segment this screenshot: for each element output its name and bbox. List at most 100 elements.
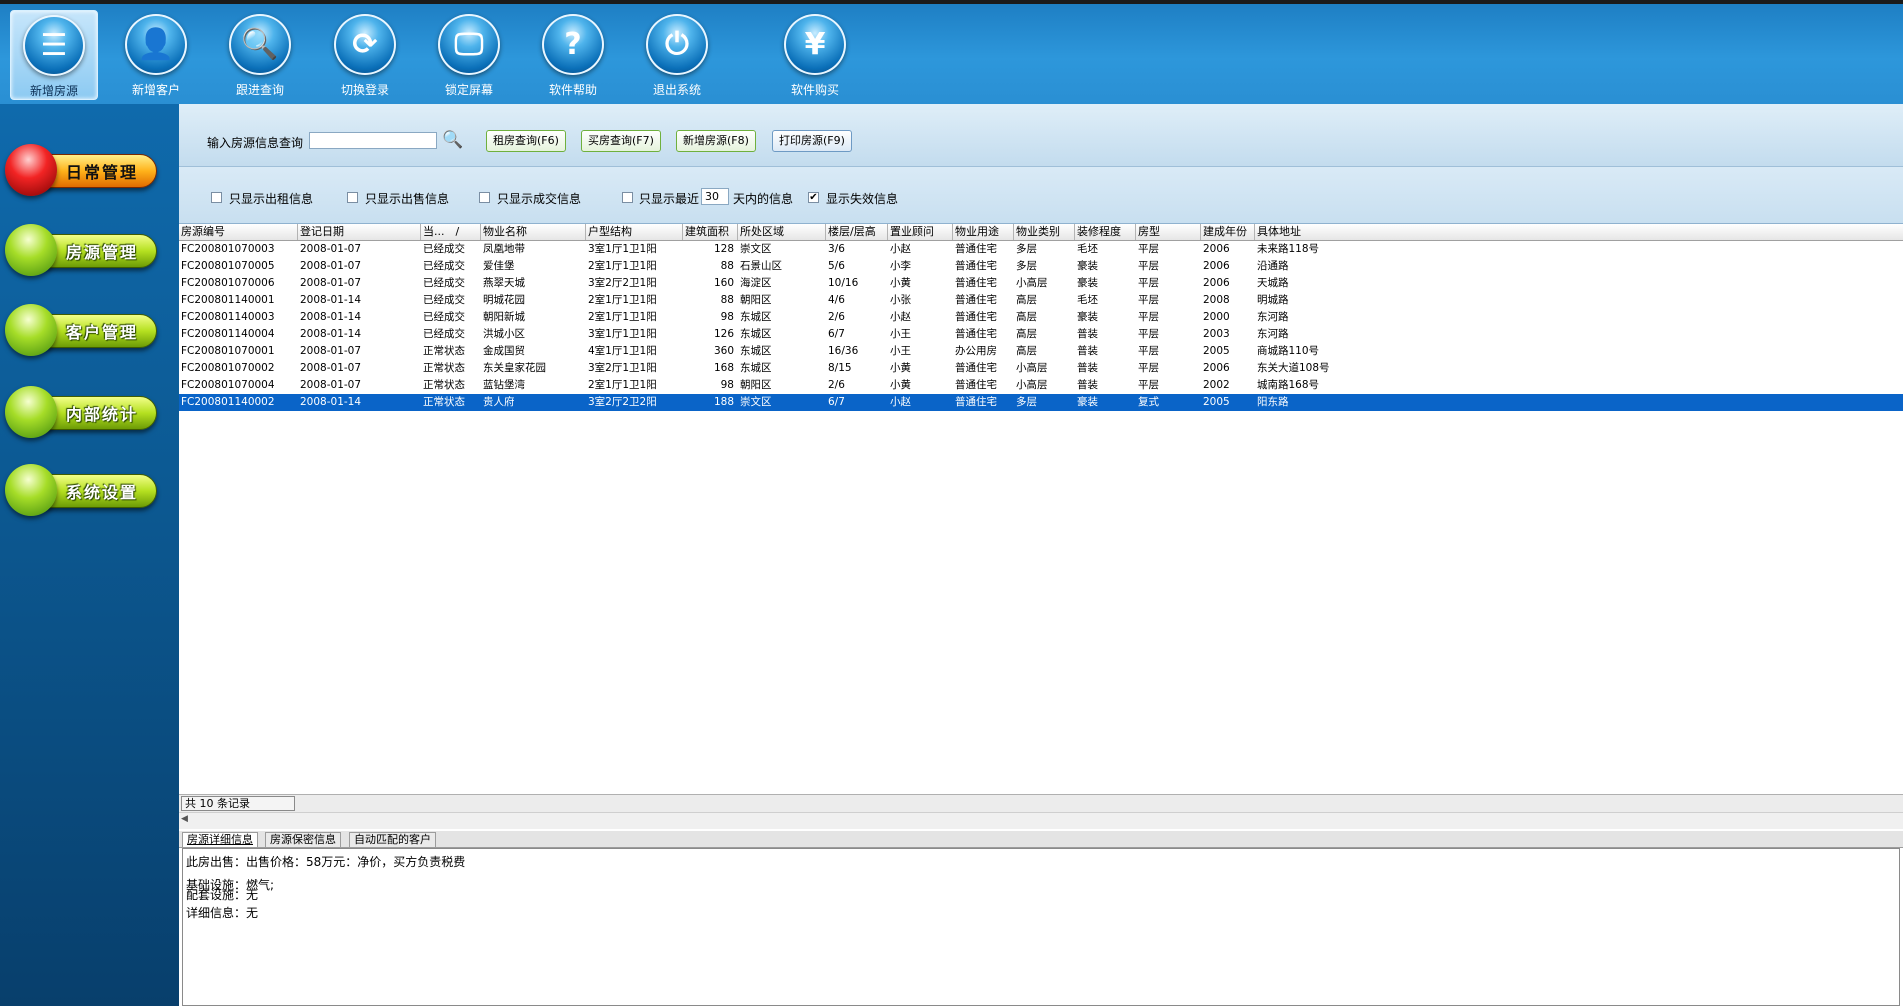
table-cell: 2006 xyxy=(1203,362,1230,374)
purchase-tool[interactable]: ¥ 软件购买 xyxy=(772,10,858,98)
search-icon[interactable]: 🔍 xyxy=(442,130,464,152)
column-header[interactable]: 房源编号 xyxy=(179,224,298,240)
table-cell: 凤凰地带 xyxy=(483,243,525,255)
column-header[interactable]: 物业名称 xyxy=(481,224,586,240)
table-cell: 商城路110号 xyxy=(1257,345,1320,357)
table-cell: 平层 xyxy=(1138,277,1159,289)
help-tool[interactable]: ? 软件帮助 xyxy=(530,10,616,98)
sale-only-checkbox[interactable] xyxy=(347,192,358,203)
switch-login-tool[interactable]: ⟳ 切换登录 xyxy=(322,10,408,98)
column-header[interactable]: 所处区域 xyxy=(738,224,826,240)
table-cell: 168 xyxy=(713,362,734,374)
table-cell: 普通住宅 xyxy=(955,311,997,323)
table-cell: 2室1厅1卫1阳 xyxy=(588,379,657,391)
add-customer-tool[interactable]: 👤 新增客户 xyxy=(113,10,199,98)
column-header[interactable]: 建筑面积 xyxy=(683,224,738,240)
table-row[interactable]: FC200801070005 2008-01-07 已经成交 爱佳堡 2室1厅1卫1阳 8… xyxy=(179,258,1903,275)
tool-label: 退出系统 xyxy=(652,83,701,97)
table-row[interactable]: FC200801140004 2008-01-14 已经成交 洪城小区 3室1厅1卫1阳… xyxy=(179,326,1903,343)
tab-property-secret[interactable]: 房源保密信息 xyxy=(265,832,341,847)
table-row[interactable]: FC200801070002 2008-01-07 正常状态 东关皇家花园 3室2厅1卫… xyxy=(179,360,1903,377)
add-property-tool[interactable]: ☰ 新增房源 xyxy=(10,10,98,100)
table-cell: 豪装 xyxy=(1077,396,1098,408)
yen-icon: ¥ xyxy=(784,14,846,75)
sidebar-item-statistics[interactable]: 内部统计 xyxy=(5,384,160,438)
table-cell: FC200801070005 xyxy=(181,260,275,272)
detail-tabs: 房源详细信息 房源保密信息 自动匹配的客户 xyxy=(179,831,1903,848)
column-header[interactable]: 具体地址 xyxy=(1255,224,1455,240)
deal-only-checkbox[interactable] xyxy=(479,192,490,203)
table-row[interactable]: FC200801070001 2008-01-07 正常状态 金成国贸 4室1厅1卫1阳… xyxy=(179,343,1903,360)
table-cell: 98 xyxy=(720,379,734,391)
table-cell: 朝阳区 xyxy=(740,379,772,391)
table-cell: 蓝钻堡湾 xyxy=(483,379,525,391)
table-cell: 多层 xyxy=(1016,396,1037,408)
column-header[interactable]: 房型 xyxy=(1136,224,1201,240)
column-header[interactable]: 装修程度 xyxy=(1075,224,1136,240)
table-cell: 10/16 xyxy=(828,277,859,289)
detail-support-text: 配套设施：无 xyxy=(186,888,259,902)
column-header[interactable]: 置业顾问 xyxy=(888,224,953,240)
table-row[interactable]: FC200801070003 2008-01-07 已经成交 凤凰地带 3室1厅1卫1阳… xyxy=(179,241,1903,258)
table-cell: FC200801070001 xyxy=(181,345,275,357)
table-cell: 平层 xyxy=(1138,345,1159,357)
tool-label: 切换登录 xyxy=(340,83,389,97)
table-cell: 6/7 xyxy=(828,328,845,340)
table-cell: 海淀区 xyxy=(740,277,772,289)
table-cell: 朝阳新城 xyxy=(483,311,525,323)
record-count: 共 10 条记录 xyxy=(181,796,295,811)
table-row[interactable]: FC200801140002 2008-01-14 正常状态 贵人府 3室2厅2卫2阳 1… xyxy=(179,394,1903,411)
table-cell: 8/15 xyxy=(828,362,852,374)
table-cell: 朝阳区 xyxy=(740,294,772,306)
sidebar-item-label: 内部统计 xyxy=(65,405,138,424)
add-property-button[interactable]: 新增房源(F8) xyxy=(676,130,756,152)
sidebar-item-settings[interactable]: 系统设置 xyxy=(5,462,160,516)
column-header[interactable]: 登记日期 xyxy=(298,224,421,240)
table-cell: 平层 xyxy=(1138,362,1159,374)
table-row[interactable]: FC200801070006 2008-01-07 已经成交 燕翠天城 3室2厅2卫1阳… xyxy=(179,275,1903,292)
sidebar-item-customer[interactable]: 客户管理 xyxy=(5,302,160,356)
column-header[interactable]: 物业类别 xyxy=(1014,224,1075,240)
table-cell: 毛坯 xyxy=(1077,243,1098,255)
table-cell: 2008-01-07 xyxy=(300,345,362,357)
column-header[interactable]: 楼层/层高 xyxy=(826,224,888,240)
column-header[interactable]: 当... / xyxy=(421,224,481,240)
show-invalid-checkbox[interactable]: ✔ xyxy=(808,192,819,203)
column-header[interactable]: 物业用途 xyxy=(953,224,1014,240)
horizontal-scrollbar[interactable]: ◀ xyxy=(179,812,1903,829)
table-row[interactable]: FC200801140003 2008-01-14 已经成交 朝阳新城 2室1厅1卫1阳… xyxy=(179,309,1903,326)
sidebar-item-daily[interactable]: 日常管理 xyxy=(5,142,160,196)
table-cell: 小黄 xyxy=(890,379,911,391)
recent-days-checkbox[interactable] xyxy=(622,192,633,203)
table-cell: 188 xyxy=(713,396,734,408)
table-cell: 小张 xyxy=(890,294,911,306)
table-cell: 平层 xyxy=(1138,379,1159,391)
rent-query-button[interactable]: 租房查询(F6) xyxy=(486,130,566,152)
exit-tool[interactable]: ⏻ 退出系统 xyxy=(634,10,720,98)
table-cell: 多层 xyxy=(1016,243,1037,255)
table-cell: 小李 xyxy=(890,260,911,272)
table-cell: 2006 xyxy=(1203,277,1230,289)
recent-days-input[interactable]: 30 xyxy=(701,188,729,205)
rent-only-checkbox[interactable] xyxy=(211,192,222,203)
buy-query-button[interactable]: 买房查询(F7) xyxy=(581,130,661,152)
table-row[interactable]: FC200801070004 2008-01-07 正常状态 蓝钻堡湾 2室1厅1卫1阳… xyxy=(179,377,1903,394)
column-header[interactable]: 建成年份 xyxy=(1201,224,1255,240)
table-cell: 石景山区 xyxy=(740,260,782,272)
table-cell: 2008-01-07 xyxy=(300,243,362,255)
followup-query-tool[interactable]: 🔍 跟进查询 xyxy=(217,10,303,98)
table-row[interactable]: FC200801140001 2008-01-14 已经成交 明城花园 2室1厅1卫1阳… xyxy=(179,292,1903,309)
green-ball-icon xyxy=(5,386,57,438)
table-cell: 已经成交 xyxy=(423,277,465,289)
search-input[interactable] xyxy=(309,132,437,149)
table-cell: 2002 xyxy=(1203,379,1230,391)
print-property-button[interactable]: 打印房源(F9) xyxy=(772,130,852,152)
table-cell: 88 xyxy=(720,260,734,272)
sidebar-item-property[interactable]: 房源管理 xyxy=(5,222,160,276)
tab-matched-customers[interactable]: 自动匹配的客户 xyxy=(349,832,436,847)
scroll-left-icon[interactable]: ◀ xyxy=(181,814,188,824)
table-cell: FC200801070003 xyxy=(181,243,275,255)
lock-screen-tool[interactable]: 🖵 锁定屏幕 xyxy=(426,10,512,98)
tab-property-details[interactable]: 房源详细信息 xyxy=(182,832,258,847)
column-header[interactable]: 户型结构 xyxy=(586,224,683,240)
